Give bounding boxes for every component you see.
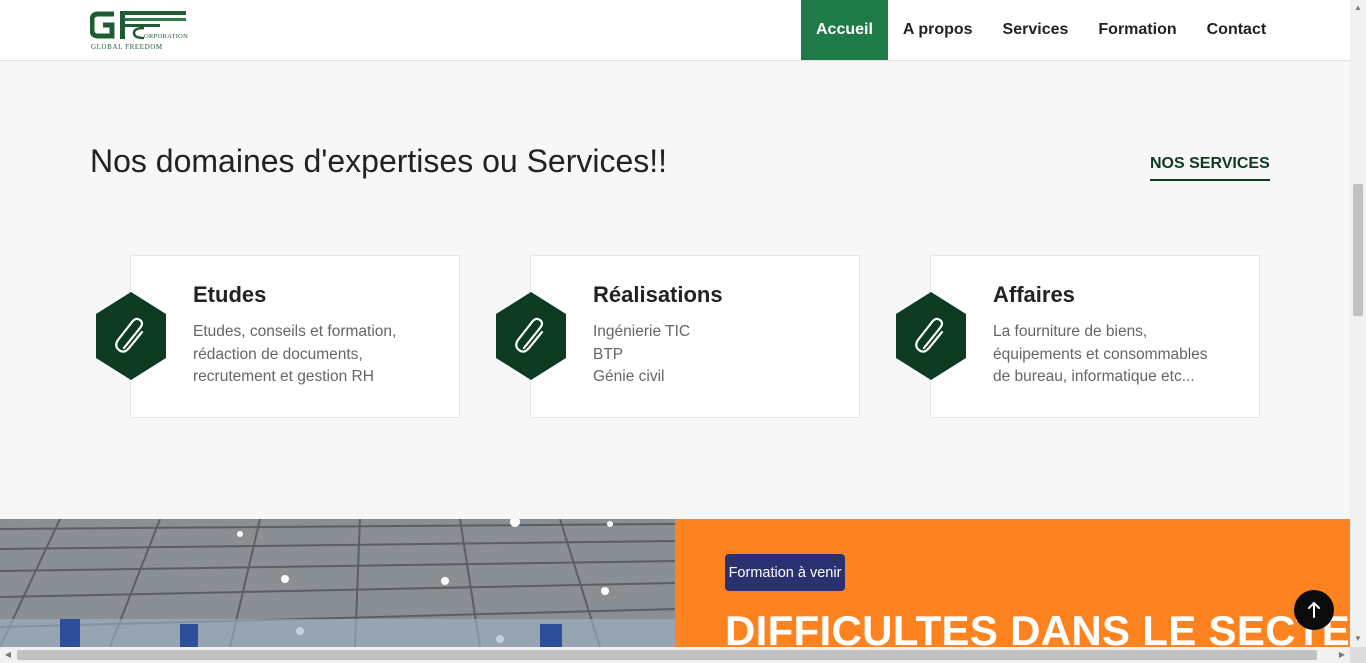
card-title: Etudes (193, 282, 267, 307)
site-header: ORPORATION GLOBAL FREEDOM Accueil A prop… (0, 0, 1350, 61)
card-line: rédaction de documents, (193, 345, 363, 363)
card-title: Réalisations (593, 282, 723, 307)
nav-item-contact[interactable]: Contact (1192, 0, 1282, 60)
arrow-up-icon (1308, 602, 1320, 618)
card-line: Etudes, conseils et formation, (193, 323, 397, 340)
card-description: Ingénierie TIC BTP Génie civil (593, 321, 833, 389)
card-line: Ingénierie TIC (593, 323, 691, 340)
nav-item-services[interactable]: Services (988, 0, 1084, 60)
card-title: Affaires (993, 282, 1075, 307)
horizontal-scrollbar[interactable]: ◀ ▶ (0, 647, 1366, 663)
logo-tagline: GLOBAL FREEDOM (91, 43, 163, 51)
card-line: Génie civil (593, 368, 665, 385)
services-section-title: Nos domaines d'expertises ou Services!! (90, 143, 668, 179)
back-to-top-button[interactable] (1294, 590, 1334, 630)
nav-item-a-propos[interactable]: A propos (888, 0, 988, 60)
card-line: La fourniture de biens, (993, 323, 1148, 340)
logo-corporation-text: ORPORATION (144, 33, 189, 40)
paperclip-icon (496, 292, 566, 380)
nav-item-formation[interactable]: Formation (1083, 0, 1191, 60)
horizontal-scroll-thumb[interactable] (17, 650, 1317, 660)
logo[interactable]: ORPORATION GLOBAL FREEDOM (90, 8, 189, 52)
conference-room-photo (0, 519, 675, 647)
scroll-down-icon[interactable]: ▼ (1350, 631, 1366, 647)
paperclip-icon (96, 292, 166, 380)
service-card-realisations[interactable]: Réalisations Ingénierie TIC BTP Génie ci… (496, 255, 860, 418)
scrollbar-corner (1350, 647, 1366, 663)
formation-badge[interactable]: Formation à venir (725, 554, 845, 591)
ceiling-image (0, 519, 675, 647)
main-nav: Accueil A propos Services Formation Cont… (801, 0, 1281, 60)
vertical-scroll-thumb[interactable] (1353, 184, 1363, 316)
card-line: BTP (593, 345, 624, 363)
vertical-scrollbar[interactable]: ▲ ▼ (1350, 0, 1366, 647)
paperclip-icon (896, 292, 966, 380)
card-line: équipements et consommables (993, 345, 1208, 363)
nav-item-accueil[interactable]: Accueil (801, 0, 888, 60)
scroll-left-icon[interactable]: ◀ (0, 647, 16, 663)
card-description: Etudes, conseils et formation, rédaction… (193, 321, 433, 389)
formation-banner: Formation à venir DIFFICULTES DANS LE SE… (675, 519, 1350, 647)
service-card-etudes[interactable]: Etudes Etudes, conseils et formation, ré… (96, 255, 460, 418)
service-card-affaires[interactable]: Affaires La fourniture de biens, équipem… (896, 255, 1260, 418)
card-description: La fourniture de biens, équipements et c… (993, 321, 1233, 389)
nos-services-link[interactable]: NOS SERVICES (1150, 155, 1270, 181)
card-line: de bureau, informatique etc... (993, 368, 1195, 385)
scroll-right-icon[interactable]: ▶ (1334, 647, 1350, 663)
scroll-up-icon[interactable]: ▲ (1350, 0, 1366, 16)
card-line: recrutement et gestion RH (193, 368, 374, 385)
formation-headline: DIFFICULTES DANS LE SECTEUR (725, 607, 1350, 647)
